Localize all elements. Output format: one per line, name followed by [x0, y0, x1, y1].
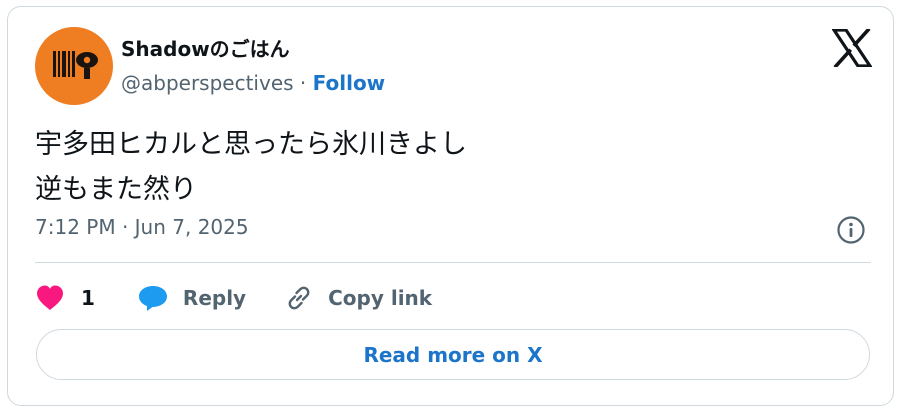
tweet-timestamp[interactable]: 7:12 PM · Jun 7, 2025 [35, 215, 249, 239]
info-icon[interactable] [836, 215, 866, 245]
like-count: 1 [81, 286, 95, 310]
divider [35, 262, 871, 263]
reply-button[interactable]: Reply [137, 284, 246, 312]
heart-icon [37, 285, 63, 310]
separator-dot: · [293, 71, 313, 95]
tweet-text: 宇多田ヒカルと思ったら氷川きよし 逆もまた然り [35, 122, 467, 212]
author-handle[interactable]: @abperspectives [121, 71, 294, 95]
like-button[interactable]: 1 [35, 284, 95, 312]
avatar[interactable] [35, 27, 113, 105]
read-more-button[interactable]: Read more on X [36, 329, 870, 380]
copy-link-label: Copy link [328, 286, 433, 310]
barcode-eye-logo-icon [53, 51, 98, 79]
follow-button[interactable]: Follow [313, 71, 386, 95]
author-handle-row: @abperspectives · Follow [121, 71, 385, 95]
x-logo-icon[interactable] [831, 27, 873, 69]
reply-label: Reply [182, 286, 247, 310]
author-display-name[interactable]: Shadowのごはん [121, 33, 290, 62]
tweet-line: 宇多田ヒカルと思ったら氷川きよし [35, 129, 467, 160]
embedded-tweet-card: Shadowのごはん @abperspectives · Follow 宇多田ヒ… [7, 6, 894, 406]
link-icon [288, 286, 310, 310]
copy-link-button[interactable]: Copy link [284, 283, 432, 313]
speech-bubble-icon [138, 286, 167, 311]
tweet-line: 逆もまた然り [35, 174, 197, 205]
action-bar: 1 Reply Copy link [35, 278, 432, 318]
